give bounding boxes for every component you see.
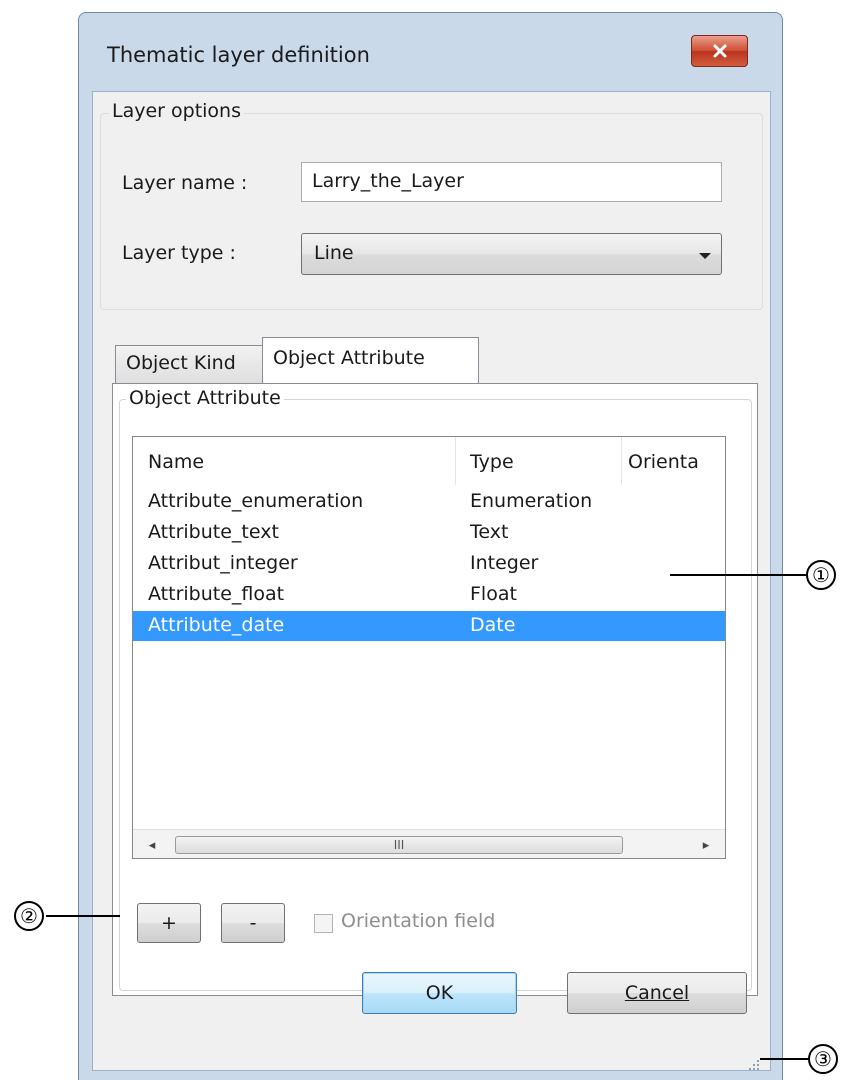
attribute-list[interactable]: Name Type Orienta Attribute_enumeration … [132, 436, 726, 859]
object-attribute-panel: Object Attribute Name Type Orienta Attri… [112, 383, 758, 996]
scrollbar-thumb[interactable]: III [175, 836, 623, 854]
callout-1: ① [806, 560, 836, 590]
orientation-field-checkbox[interactable] [314, 914, 333, 933]
dialog-client-area: Layer options Layer name : Larry_the_Lay… [92, 91, 771, 1071]
callout-2: ② [14, 901, 44, 931]
column-header-name[interactable]: Name [133, 437, 455, 485]
resize-grip-icon[interactable] [747, 1058, 761, 1072]
layer-type-value: Line [314, 242, 354, 264]
close-icon [713, 44, 726, 58]
attribute-name: Attribute_date [148, 614, 285, 636]
layer-options-group [100, 113, 763, 310]
attribute-type: Integer [470, 552, 539, 574]
layer-options-legend: Layer options [109, 100, 244, 122]
cancel-label: Cancel [624, 982, 690, 1004]
list-item[interactable]: Attribut_integer Integer [133, 549, 725, 579]
column-header-type[interactable]: Type [455, 437, 621, 485]
ok-button[interactable]: OK [362, 972, 517, 1014]
tab-object-kind[interactable]: Object Kind [115, 345, 265, 384]
object-attribute-legend: Object Attribute [126, 387, 284, 409]
add-attribute-button[interactable]: + [137, 903, 201, 943]
attribute-name: Attribute_float [148, 583, 285, 605]
list-item[interactable]: Attribute_enumeration Enumeration [133, 487, 725, 517]
callout-line-2 [46, 915, 120, 917]
attribute-name: Attribute_enumeration [148, 490, 364, 512]
list-item[interactable]: Attribute_float Float [133, 580, 725, 610]
attribute-type: Float [470, 583, 517, 605]
callout-line-1 [670, 574, 807, 576]
window-title: Thematic layer definition [107, 43, 370, 67]
list-item[interactable]: Attribute_text Text [133, 518, 725, 548]
remove-attribute-button[interactable]: - [221, 903, 285, 943]
horizontal-scrollbar[interactable]: ◂ III ▸ [133, 829, 725, 858]
layer-type-label: Layer type : [122, 242, 236, 264]
scroll-left-icon[interactable]: ◂ [137, 830, 167, 858]
column-header-orientation[interactable]: Orienta [621, 437, 725, 485]
layer-type-select[interactable]: Line [301, 233, 722, 275]
dialog-window: Thematic layer definition Layer options … [78, 12, 783, 1080]
attribute-type: Enumeration [470, 490, 593, 512]
layer-name-label: Layer name : [122, 172, 248, 194]
grip-icon: III [393, 838, 405, 852]
attribute-type: Date [470, 614, 516, 636]
attribute-type: Text [470, 521, 509, 543]
chevron-down-icon [699, 253, 711, 259]
scroll-right-icon[interactable]: ▸ [691, 830, 721, 858]
orientation-field-label: Orientation field [341, 910, 496, 932]
callout-line-3 [760, 1058, 808, 1060]
callout-3: ③ [808, 1044, 838, 1074]
tab-object-attribute[interactable]: Object Attribute [262, 337, 479, 385]
close-button[interactable] [691, 35, 748, 67]
cancel-button[interactable]: Cancel [567, 972, 747, 1014]
attribute-name: Attribute_text [148, 521, 279, 543]
layer-name-input[interactable]: Larry_the_Layer [301, 162, 722, 202]
list-item-selected[interactable]: Attribute_date Date [133, 611, 725, 641]
attribute-name: Attribut_integer [148, 552, 298, 574]
